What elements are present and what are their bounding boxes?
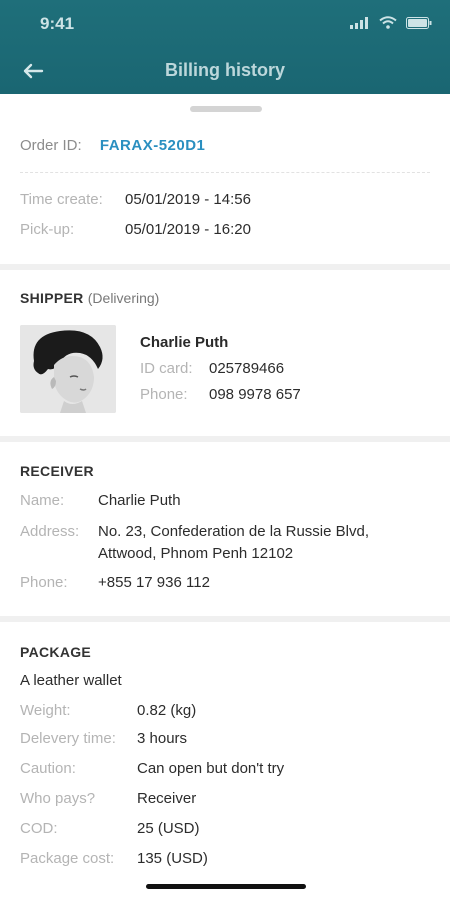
package-row-value: 135 (USD): [137, 850, 208, 867]
pickup-label: Pick-up:: [20, 221, 75, 238]
package-row-label: Weight:: [20, 702, 71, 719]
shipper-name: Charlie Puth: [140, 334, 229, 351]
pickup-value: 05/01/2019 - 16:20: [125, 221, 251, 238]
package-row-label: Delevery time:: [20, 730, 116, 747]
package-row-value: 25 (USD): [137, 820, 200, 837]
section-divider: [0, 264, 450, 270]
time-create-value: 05/01/2019 - 14:56: [125, 191, 251, 208]
receiver-name-value: Charlie Puth: [98, 492, 181, 509]
wifi-icon: [379, 16, 397, 29]
package-section-title: PACKAGE: [20, 644, 92, 660]
order-id-link[interactable]: FARAX-520D1: [100, 137, 206, 154]
order-dashed-divider: [20, 172, 430, 173]
battery-icon: [406, 16, 432, 29]
receiver-name-label: Name:: [20, 492, 65, 509]
billing-detail-sheet: Order ID: FARAX-520D1 Time create: 05/01…: [0, 94, 450, 900]
package-row-value: Receiver: [137, 790, 197, 807]
package-row-value: 0.82 (kg): [137, 702, 197, 719]
shipper-id-card-label: ID card:: [140, 360, 193, 377]
shipper-phone-label: Phone:: [140, 386, 188, 403]
receiver-phone-value[interactable]: +855 17 936 112: [98, 574, 210, 591]
home-indicator[interactable]: [146, 884, 306, 889]
receiver-phone-label: Phone:: [20, 574, 68, 591]
receiver-address-line1: No. 23, Confederation de la Russie Blvd,: [98, 523, 369, 540]
shipper-section-title: SHIPPER (Delivering): [20, 290, 159, 306]
package-row-value: Can open but don't try: [137, 760, 285, 777]
section-divider: [0, 616, 450, 622]
package-row-label: COD:: [20, 820, 58, 837]
receiver-section-title: RECEIVER: [20, 463, 94, 479]
package-row-label: Who pays?: [20, 790, 96, 807]
package-row-label: Package cost:: [20, 850, 115, 867]
shipper-id-card-value: 025789466: [209, 360, 285, 377]
order-id-label: Order ID:: [20, 137, 82, 154]
signal-icon: [350, 16, 368, 29]
package-description: A leather wallet: [20, 672, 122, 689]
sheet-drag-handle[interactable]: [190, 106, 262, 112]
status-time: 9:41: [40, 14, 75, 33]
shipper-avatar: [20, 325, 116, 413]
shipper-status: (Delivering): [87, 290, 160, 306]
package-row-value: 3 hours: [137, 730, 188, 747]
app-header: 9:41 Billing history: [0, 0, 450, 94]
package-row-label: Caution:: [20, 760, 76, 777]
section-divider: [0, 436, 450, 442]
shipper-title: SHIPPER: [20, 290, 84, 306]
receiver-address-label: Address:: [20, 523, 80, 540]
page-title: Billing history: [164, 60, 285, 80]
time-create-label: Time create:: [20, 191, 103, 208]
shipper-phone-value[interactable]: 098 9978 657: [209, 386, 301, 403]
order-id-row: Order ID: FARAX-520D1: [20, 136, 205, 156]
receiver-address-line2: Attwood, Phnom Penh 12102: [98, 545, 294, 562]
status-icons: [350, 16, 432, 29]
